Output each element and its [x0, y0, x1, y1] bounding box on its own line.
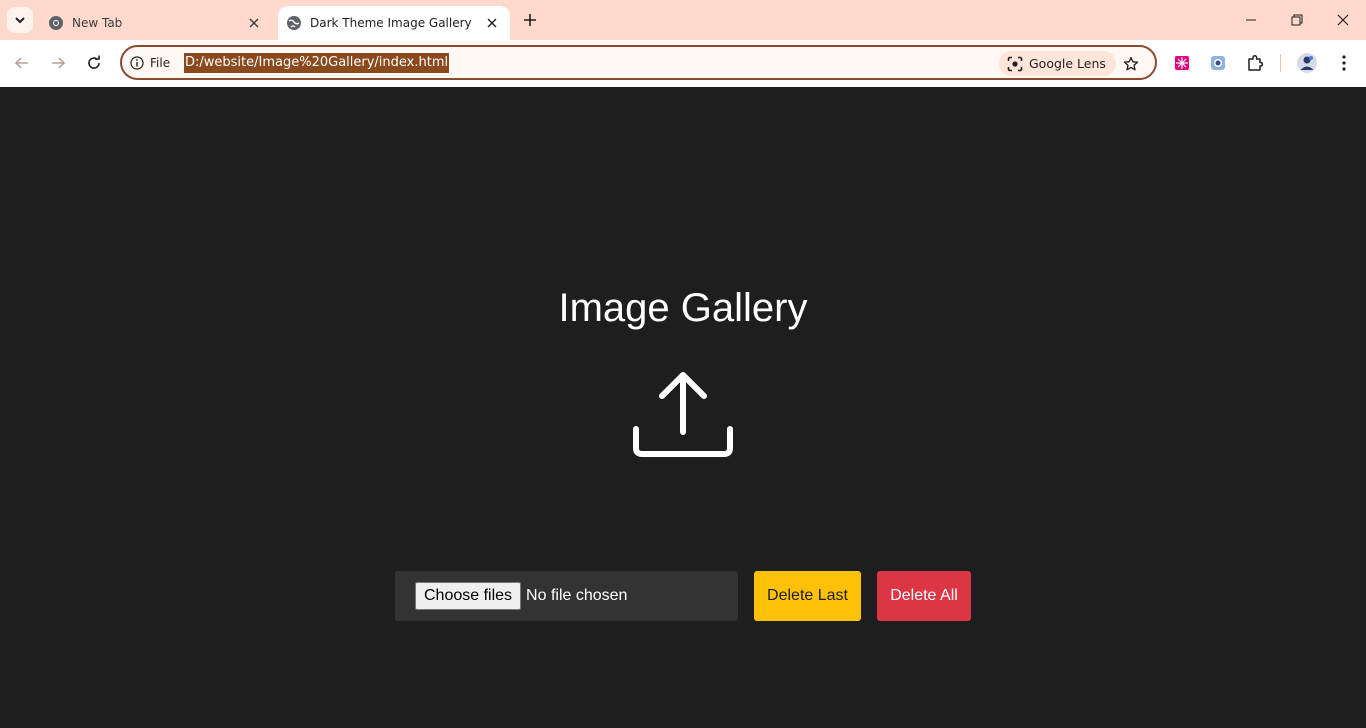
menu-button[interactable] — [1332, 51, 1356, 75]
close-window-button[interactable] — [1320, 0, 1366, 40]
minimize-icon — [1246, 19, 1256, 21]
avatar-icon — [1297, 53, 1317, 73]
close-icon[interactable] — [244, 13, 264, 33]
file-input[interactable]: Choose files No file chosen — [395, 571, 738, 621]
minimize-button[interactable] — [1228, 0, 1274, 40]
tab-title: Dark Theme Image Gallery — [310, 16, 472, 30]
extension-grid-button[interactable] — [1170, 51, 1194, 75]
site-info-chip[interactable]: File — [130, 54, 170, 72]
file-status: No file chosen — [526, 587, 628, 604]
choose-files-button[interactable]: Choose files — [415, 582, 522, 610]
delete-all-button[interactable]: Delete All — [877, 571, 971, 621]
lens-label: Google Lens — [1029, 56, 1106, 71]
star-icon — [1123, 56, 1139, 71]
tab-new-tab[interactable]: New Tab — [40, 6, 272, 40]
url-text[interactable]: D:/website/Image%20Gallery/index.html — [184, 53, 450, 73]
close-icon — [1337, 14, 1349, 26]
extension-record-button[interactable] — [1206, 51, 1230, 75]
browser-toolbar: File D:/website/Image%20Gallery/index.ht… — [0, 40, 1366, 87]
tab-dark-theme-gallery[interactable]: Dark Theme Image Gallery — [278, 6, 510, 40]
new-tab-button[interactable] — [518, 8, 542, 32]
page-viewport: Image Gallery — [0, 87, 1366, 728]
puzzle-icon — [1248, 54, 1264, 71]
more-vertical-icon — [1342, 55, 1346, 71]
close-icon[interactable] — [482, 13, 502, 33]
profile-avatar[interactable] — [1295, 51, 1319, 75]
record-icon — [1211, 56, 1225, 70]
lens-icon — [1007, 56, 1023, 72]
toolbar-divider — [1280, 54, 1281, 72]
tab-strip: New Tab Dark Theme Image Gallery — [0, 0, 1366, 40]
delete-last-button[interactable]: Delete Last — [754, 571, 861, 621]
scheme-label: File — [150, 56, 171, 70]
tab-search-button[interactable] — [7, 7, 33, 33]
arrow-left-icon — [14, 57, 28, 69]
address-bar[interactable]: File D:/website/Image%20Gallery/index.ht… — [120, 45, 1157, 80]
arrow-right-icon — [52, 57, 66, 69]
restore-icon — [1291, 14, 1303, 26]
google-lens-button[interactable]: Google Lens — [999, 51, 1116, 76]
globe-icon — [286, 15, 302, 31]
restore-button[interactable] — [1274, 0, 1320, 40]
chevron-down-icon — [15, 17, 25, 24]
info-icon — [130, 56, 144, 70]
extension-grid-icon — [1175, 56, 1189, 70]
reload-icon — [88, 55, 100, 69]
bookmark-star-button[interactable] — [1120, 53, 1142, 75]
extensions-button[interactable] — [1243, 51, 1267, 75]
plus-icon — [524, 14, 536, 26]
page-title: Image Gallery — [558, 286, 808, 330]
forward-button[interactable] — [43, 48, 73, 78]
chrome-icon — [48, 15, 64, 31]
upload-icon — [633, 372, 733, 457]
reload-button[interactable] — [79, 48, 109, 78]
back-button[interactable] — [7, 48, 37, 78]
tab-title: New Tab — [72, 16, 123, 30]
